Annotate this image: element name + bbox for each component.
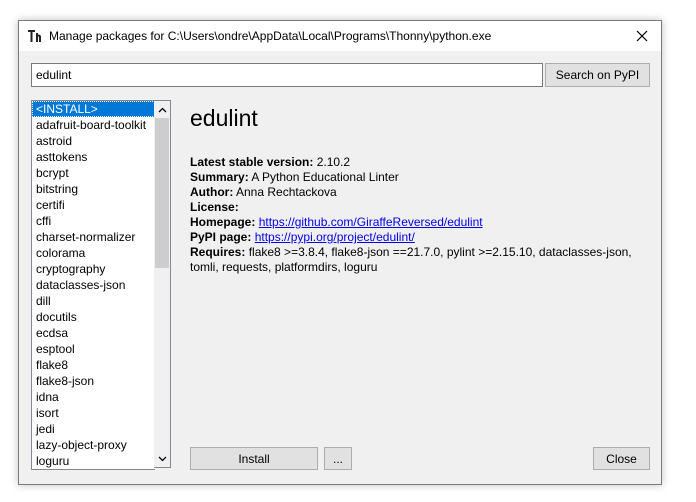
close-icon: [636, 30, 648, 42]
package-list-item[interactable]: dataclasses-json: [32, 277, 155, 293]
package-list-item[interactable]: lazy-object-proxy: [32, 437, 155, 453]
scrollbar-thumb[interactable]: [155, 118, 169, 268]
requires-label: Requires:: [190, 245, 246, 259]
package-list-item[interactable]: esptool: [32, 341, 155, 357]
thonny-icon: [28, 30, 41, 42]
package-list-item[interactable]: loguru: [32, 453, 155, 469]
license-line: License:: [190, 200, 640, 215]
package-list-item[interactable]: cffi: [32, 213, 155, 229]
pypi-page-line: PyPI page: https://pypi.org/project/edul…: [190, 230, 640, 245]
latest-version-line: Latest stable version: 2.10.2: [190, 155, 640, 170]
package-list-item[interactable]: flake8-json: [32, 373, 155, 389]
author-label: Author:: [190, 185, 234, 199]
package-list-item[interactable]: ecdsa: [32, 325, 155, 341]
package-list-item-selected[interactable]: <INSTALL>: [32, 101, 155, 117]
scroll-down-button[interactable]: [154, 450, 170, 467]
package-list-item[interactable]: dill: [32, 293, 155, 309]
window-close-button[interactable]: [623, 21, 661, 51]
package-list-item[interactable]: charset-normalizer: [32, 229, 155, 245]
package-list-item[interactable]: cryptography: [32, 261, 155, 277]
requires-line: Requires: flake8 >=3.8.4, flake8-json ==…: [190, 245, 640, 260]
title-bar: Manage packages for C:\Users\ondre\AppDa…: [19, 21, 661, 51]
author-value: Anna Rechtackova: [236, 185, 337, 199]
pypi-page-label: PyPI page:: [190, 230, 252, 244]
package-list-item[interactable]: idna: [32, 389, 155, 405]
package-list[interactable]: <INSTALL> adafruit-board-toolkit astroid as…: [31, 100, 155, 470]
package-list-item[interactable]: certifi: [32, 197, 155, 213]
summary-label: Summary:: [190, 170, 249, 184]
scroll-up-button[interactable]: [154, 101, 170, 118]
requires-value-line-2: tomli, requests, platformdirs, loguru: [190, 260, 378, 274]
package-list-item[interactable]: flake8: [32, 357, 155, 373]
close-button[interactable]: Close: [593, 447, 650, 470]
latest-version-value: 2.10.2: [316, 155, 351, 169]
homepage-label: Homepage:: [190, 215, 256, 229]
author-line: Author: Anna Rechtackova: [190, 185, 640, 200]
requires-value-line-1: flake8 >=3.8.4, flake8-json ==21.7.0, py…: [248, 245, 632, 259]
chevron-down-icon: [158, 456, 166, 461]
more-options-button[interactable]: ...: [324, 447, 352, 470]
package-details: edulint Latest stable version: 2.10.2 Su…: [190, 103, 640, 275]
package-list-item[interactable]: astroid: [32, 133, 155, 149]
summary-line: Summary: A Python Educational Linter: [190, 170, 640, 185]
install-button[interactable]: Install: [190, 447, 318, 470]
package-list-item[interactable]: colorama: [32, 245, 155, 261]
package-list-item[interactable]: asttokens: [32, 149, 155, 165]
pypi-page-link[interactable]: https://pypi.org/project/edulint/: [255, 230, 415, 244]
package-list-item[interactable]: adafruit-board-toolkit: [32, 117, 155, 133]
package-list-item[interactable]: isort: [32, 405, 155, 421]
summary-value: A Python Educational Linter: [251, 170, 399, 184]
package-list-item[interactable]: bitstring: [32, 181, 155, 197]
package-name-heading: edulint: [190, 105, 258, 131]
homepage-line: Homepage: https://github.com/GiraffeReve…: [190, 215, 640, 230]
window-title: Manage packages for C:\Users\ondre\AppDa…: [49, 29, 492, 43]
homepage-link[interactable]: https://github.com/GiraffeReversed/eduli…: [259, 215, 483, 229]
manage-packages-dialog: Manage packages for C:\Users\ondre\AppDa…: [18, 20, 662, 485]
package-list-item[interactable]: jedi: [32, 421, 155, 437]
package-list-item[interactable]: bcrypt: [32, 165, 155, 181]
package-list-item[interactable]: docutils: [32, 309, 155, 325]
package-list-scrollbar[interactable]: [154, 100, 171, 468]
latest-version-label: Latest stable version:: [190, 155, 314, 169]
search-pypi-button[interactable]: Search on PyPI: [545, 63, 650, 87]
license-label: License:: [190, 200, 239, 214]
package-search-input[interactable]: [31, 63, 543, 87]
chevron-up-icon: [158, 107, 166, 112]
